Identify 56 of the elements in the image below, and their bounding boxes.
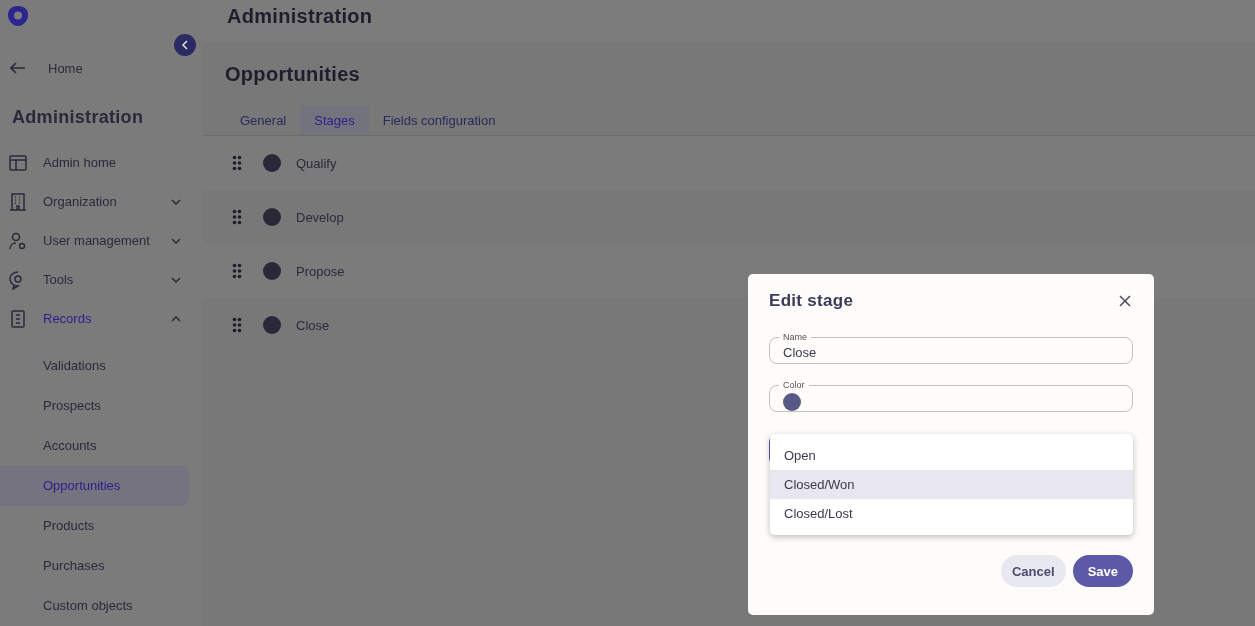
field-value: Close <box>783 345 818 360</box>
name-field[interactable]: Name Close <box>769 332 1133 364</box>
tab[interactable]: General <box>226 105 301 135</box>
nav-label: Organization <box>43 193 118 210</box>
drag-handle-icon[interactable] <box>232 155 242 171</box>
logo-icon <box>6 4 30 28</box>
chevron-left-icon <box>181 40 189 50</box>
header-title: Administration <box>227 4 373 28</box>
nav-label: User management <box>43 232 151 249</box>
layout-icon <box>8 152 28 173</box>
cancel-button[interactable]: Cancel <box>1001 555 1066 587</box>
drag-handle-icon[interactable] <box>232 263 242 279</box>
nav-item[interactable]: Organization <box>0 182 203 221</box>
nav-subitem[interactable]: Prospects <box>0 386 189 426</box>
page-title: Opportunities <box>224 62 361 87</box>
nav-subitem[interactable]: Accounts <box>0 426 189 466</box>
nav-subitem[interactable]: Validations <box>0 346 189 386</box>
dropdown-option[interactable]: Open <box>770 441 1133 470</box>
nav-label: Admin home <box>43 154 117 171</box>
collapse-button[interactable] <box>174 34 196 56</box>
nav-item[interactable]: Records <box>0 299 203 338</box>
nav-subitem[interactable]: Products <box>0 506 189 546</box>
drag-handle-icon[interactable] <box>232 317 242 333</box>
stage-name: Qualify <box>296 155 337 171</box>
stage-name: Propose <box>296 263 345 279</box>
stage-color-dot <box>263 316 281 334</box>
close-button[interactable] <box>1117 293 1133 309</box>
drag-handle-icon[interactable] <box>232 209 242 225</box>
field-label: Name <box>782 332 808 343</box>
save-button[interactable]: Save <box>1072 555 1133 587</box>
sidebar-title: Administration <box>11 107 145 129</box>
stage-name: Develop <box>296 209 344 225</box>
document-icon <box>8 308 28 329</box>
nav-subitem[interactable]: Purchases <box>0 546 189 586</box>
nav-item[interactable]: Tools <box>0 260 203 299</box>
stage-color-dot <box>263 154 281 172</box>
nav-item[interactable]: User management <box>0 221 203 260</box>
building-icon <box>8 191 28 212</box>
nav-subitem[interactable]: Opportunities <box>0 466 189 506</box>
stage-color-dot <box>263 208 281 226</box>
color-field[interactable]: Color <box>769 380 1133 412</box>
stage-name: Close <box>296 317 330 333</box>
dialog-title: Edit stage <box>769 291 854 311</box>
tab[interactable]: Fields configuration <box>368 105 510 135</box>
field-label: Color <box>782 380 806 391</box>
back-arrow-icon <box>10 62 26 74</box>
nav-item[interactable]: Admin home <box>0 143 203 182</box>
nav-subitem[interactable]: Custom objects <box>0 586 189 626</box>
stage-color-dot <box>263 262 281 280</box>
nav-label: Records <box>43 310 93 327</box>
nav-label: Tools <box>43 271 75 288</box>
dropdown-option[interactable]: Closed/Lost <box>770 499 1133 528</box>
home-link[interactable]: Home <box>0 58 93 78</box>
dropdown-option[interactable]: Closed/Won <box>770 470 1133 499</box>
tab[interactable]: Stages <box>300 105 369 135</box>
user-gear-icon <box>8 230 28 251</box>
